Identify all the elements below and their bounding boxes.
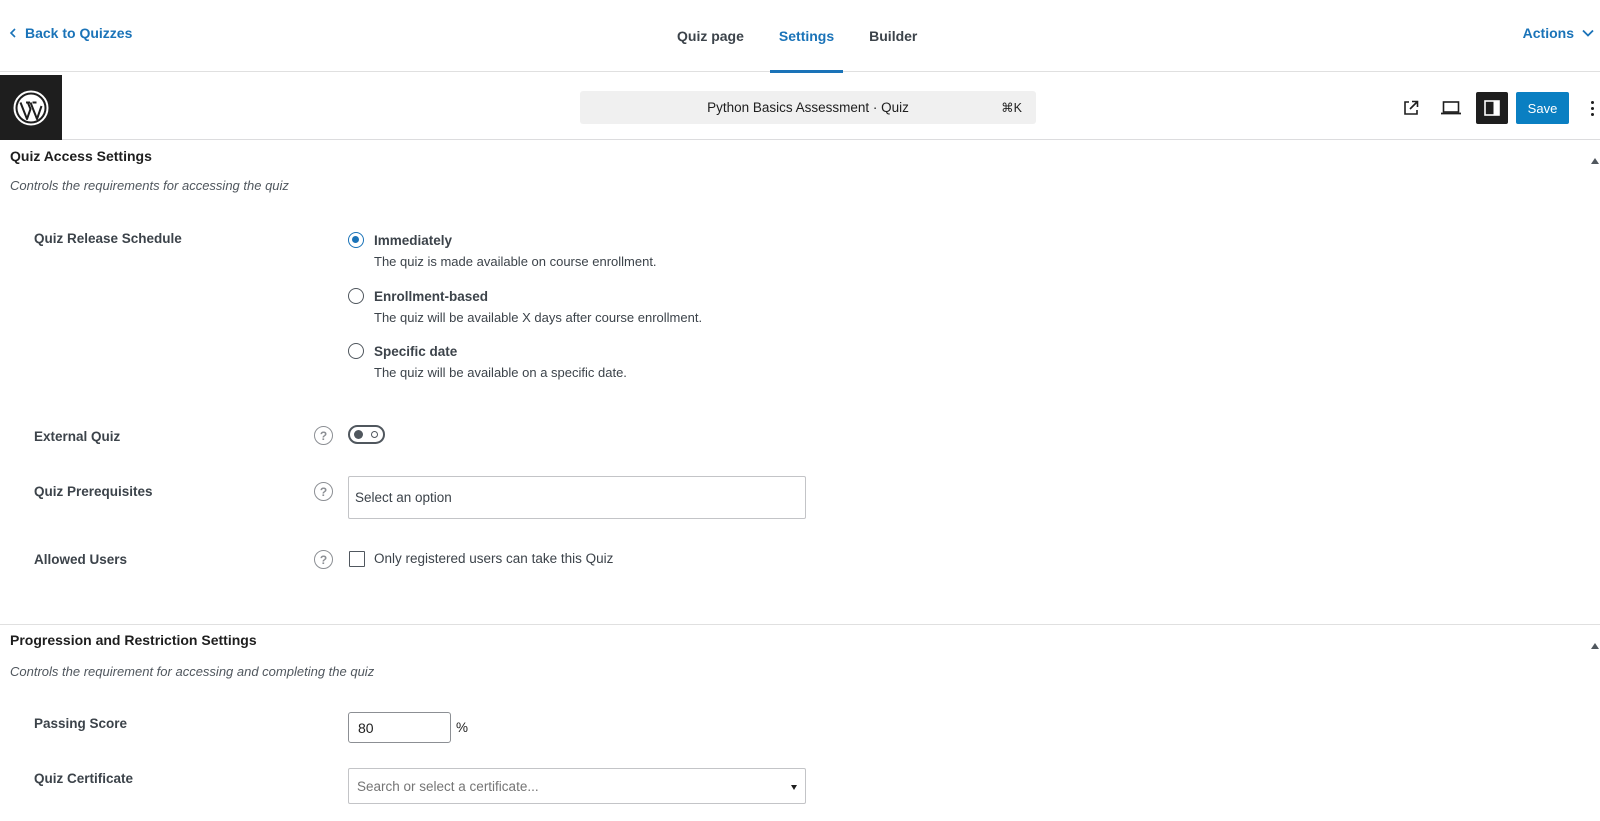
more-options-icon[interactable] <box>1586 95 1598 121</box>
prerequisites-select[interactable]: Select an option <box>348 476 806 519</box>
certificate-select[interactable]: Search or select a certificate... <box>348 768 806 804</box>
wordpress-logo-icon[interactable] <box>0 75 62 140</box>
section-title-progression: Progression and Restriction Settings <box>10 632 257 648</box>
chevron-down-icon <box>1582 29 1594 37</box>
radio-specific-date[interactable] <box>348 343 364 359</box>
save-button[interactable]: Save <box>1516 92 1569 124</box>
back-to-quizzes-link[interactable]: Back to Quizzes <box>9 25 132 41</box>
toggle-knob <box>354 430 363 439</box>
prerequisites-placeholder: Select an option <box>355 490 452 505</box>
checkbox-label-registered-users[interactable]: Only registered users can take this Quiz <box>374 551 613 566</box>
radio-description-specific-date: The quiz will be available on a specific… <box>374 365 627 380</box>
dropdown-caret-icon <box>791 785 797 790</box>
registered-users-only-checkbox[interactable] <box>349 551 365 567</box>
chevron-left-icon <box>9 28 16 38</box>
radio-immediately[interactable] <box>348 232 364 248</box>
help-icon[interactable]: ? <box>314 550 333 569</box>
radio-description-immediately: The quiz is made available on course enr… <box>374 254 657 269</box>
top-navigation: Back to Quizzes Quiz page Settings Build… <box>0 0 1600 73</box>
toggle-off-indicator <box>371 431 378 438</box>
section-title-quiz-access: Quiz Access Settings <box>10 148 152 164</box>
help-icon[interactable]: ? <box>314 426 333 445</box>
actions-label: Actions <box>1522 25 1574 41</box>
passing-score-value: 80 <box>358 719 374 736</box>
radio-label-specific-date[interactable]: Specific date <box>374 344 457 359</box>
certificate-placeholder: Search or select a certificate... <box>357 778 539 794</box>
command-bar-title: Python Basics Assessment · Quiz <box>707 100 909 115</box>
collapse-caret-icon[interactable] <box>1591 158 1599 164</box>
command-bar-shortcut: ⌘K <box>1001 101 1022 115</box>
tab-quiz-page[interactable]: Quiz page <box>668 0 753 72</box>
back-link-label: Back to Quizzes <box>25 25 133 41</box>
tab-bar: Quiz page Settings Builder <box>668 0 943 73</box>
collapse-caret-icon[interactable] <box>1591 643 1599 649</box>
radio-enrollment-based[interactable] <box>348 288 364 304</box>
editor-header: Python Basics Assessment · Quiz ⌘K Save <box>0 75 1600 140</box>
field-label-passing-score: Passing Score <box>34 716 128 731</box>
command-palette-bar[interactable]: Python Basics Assessment · Quiz ⌘K <box>580 91 1036 124</box>
passing-score-input[interactable]: 80 <box>348 712 451 743</box>
section-description-progression: Controls the requirement for accessing a… <box>10 664 375 679</box>
radio-description-enrollment-based: The quiz will be available X days after … <box>374 310 703 325</box>
external-link-icon[interactable] <box>1395 92 1427 124</box>
tab-builder[interactable]: Builder <box>860 0 926 72</box>
desktop-preview-icon[interactable] <box>1435 92 1467 124</box>
section-divider <box>0 624 1600 625</box>
field-label-release-schedule: Quiz Release Schedule <box>34 231 182 246</box>
external-quiz-toggle[interactable] <box>348 425 385 444</box>
passing-score-unit: % <box>456 720 469 735</box>
field-label-external-quiz: External Quiz <box>34 429 121 444</box>
tab-settings[interactable]: Settings <box>769 0 844 73</box>
field-label-allowed-users: Allowed Users <box>34 552 128 567</box>
radio-label-enrollment-based[interactable]: Enrollment-based <box>374 289 488 304</box>
actions-menu[interactable]: Actions <box>1523 25 1594 41</box>
field-label-quiz-certificate: Quiz Certificate <box>34 771 134 786</box>
section-description-quiz-access: Controls the requirements for accessing … <box>10 178 289 193</box>
radio-label-immediately[interactable]: Immediately <box>374 233 452 248</box>
help-icon[interactable]: ? <box>314 482 333 501</box>
sidebar-toggle-icon[interactable] <box>1476 92 1508 124</box>
field-label-prerequisites: Quiz Prerequisites <box>34 484 153 499</box>
